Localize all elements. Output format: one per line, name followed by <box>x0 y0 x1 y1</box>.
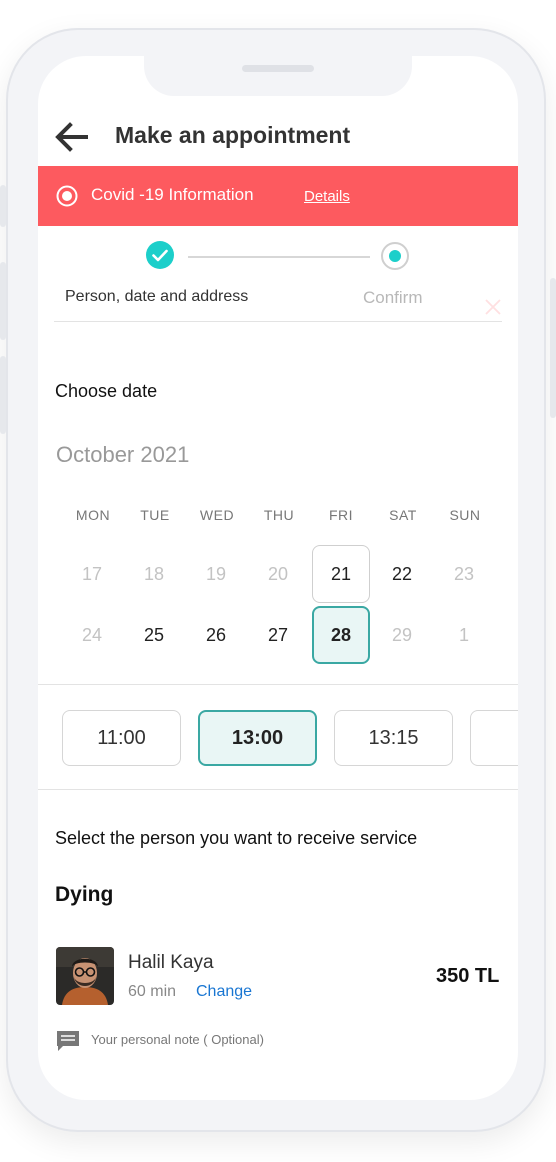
service-duration: 60 min <box>128 983 177 1000</box>
progress-stepper: Person, date and address Confirm <box>38 226 518 326</box>
time-slot-selected[interactable]: 13:00 <box>198 710 317 766</box>
avatar-portrait-icon <box>56 947 114 1005</box>
weekday-mon: MON <box>75 507 111 523</box>
calendar-day[interactable]: 22 <box>373 545 431 603</box>
phone-screen: Make an appointment Covid -19 Informatio… <box>38 56 518 1100</box>
section-heading-date: Choose date <box>55 381 158 401</box>
calendar-day: 24 <box>81 624 103 645</box>
service-price: 350 TL <box>436 965 500 987</box>
step-connector <box>188 256 370 258</box>
arrow-left-icon[interactable] <box>54 122 88 152</box>
divider <box>38 684 518 685</box>
calendar-day-today[interactable]: 21 <box>312 545 370 603</box>
weekday-header: MON TUE WED THU FRI SAT SUN <box>38 507 518 527</box>
time-slot[interactable]: 13 <box>470 710 518 766</box>
weekday-sun: SUN <box>449 507 481 523</box>
check-circle-icon <box>146 241 174 269</box>
change-person-link[interactable]: Change <box>196 983 252 1001</box>
details-link[interactable]: Details <box>304 188 350 205</box>
calendar-day[interactable]: 27 <box>249 606 307 664</box>
current-step-icon <box>381 242 409 270</box>
calendar-week-row: 24 25 26 27 28 29 1 <box>38 606 518 664</box>
page-title: Make an appointment <box>115 122 351 148</box>
time-slot[interactable]: 11:00 <box>62 710 181 766</box>
banner-text: Covid -19 Information <box>91 185 254 204</box>
phone-notch <box>144 56 412 96</box>
divider <box>38 789 518 790</box>
phone-side-button <box>0 262 6 340</box>
covid-banner: Covid -19 Information Details <box>38 166 518 315</box>
avatar <box>56 947 114 1005</box>
personal-note-field[interactable]: Your personal note ( Optional) <box>91 1032 264 1047</box>
weekday-tue: TUE <box>140 507 170 523</box>
calendar-day: 20 <box>267 563 289 584</box>
calendar-day[interactable]: 26 <box>187 606 245 664</box>
calendar-month: October 2021 <box>56 442 190 467</box>
calendar-day: 29 <box>391 624 413 645</box>
calendar-day: 19 <box>205 563 227 584</box>
comment-icon <box>57 1031 79 1051</box>
phone-side-button <box>0 356 6 434</box>
calendar-day: 23 <box>453 563 475 584</box>
step-label-person: Person, date and address <box>65 288 249 305</box>
speaker-grille <box>242 65 314 72</box>
calendar-day[interactable]: 25 <box>125 606 183 664</box>
calendar-day: 18 <box>143 563 165 584</box>
time-slot[interactable]: 13:15 <box>334 710 453 766</box>
service-name: Dying <box>55 883 114 906</box>
calendar-day-selected[interactable]: 28 <box>312 606 370 664</box>
divider <box>54 321 502 322</box>
info-radio-icon <box>56 185 78 207</box>
person-name: Halil Kaya <box>128 952 214 973</box>
weekday-fri: FRI <box>328 507 354 523</box>
step-label-confirm: Confirm <box>363 288 423 307</box>
calendar-day: 17 <box>81 563 103 584</box>
section-heading-person: Select the person you want to receive se… <box>55 828 418 848</box>
weekday-wed: WED <box>199 507 235 523</box>
calendar-week-row: 17 18 19 20 21 22 23 <box>38 545 518 603</box>
app-header: Make an appointment <box>38 116 518 160</box>
phone-side-button <box>0 185 6 227</box>
calendar-day: 1 <box>458 624 469 645</box>
weekday-thu: THU <box>263 507 295 523</box>
time-slot-list: 11:00 13:00 13:15 13 <box>38 710 518 768</box>
weekday-sat: SAT <box>389 507 417 523</box>
phone-side-button <box>550 278 556 418</box>
